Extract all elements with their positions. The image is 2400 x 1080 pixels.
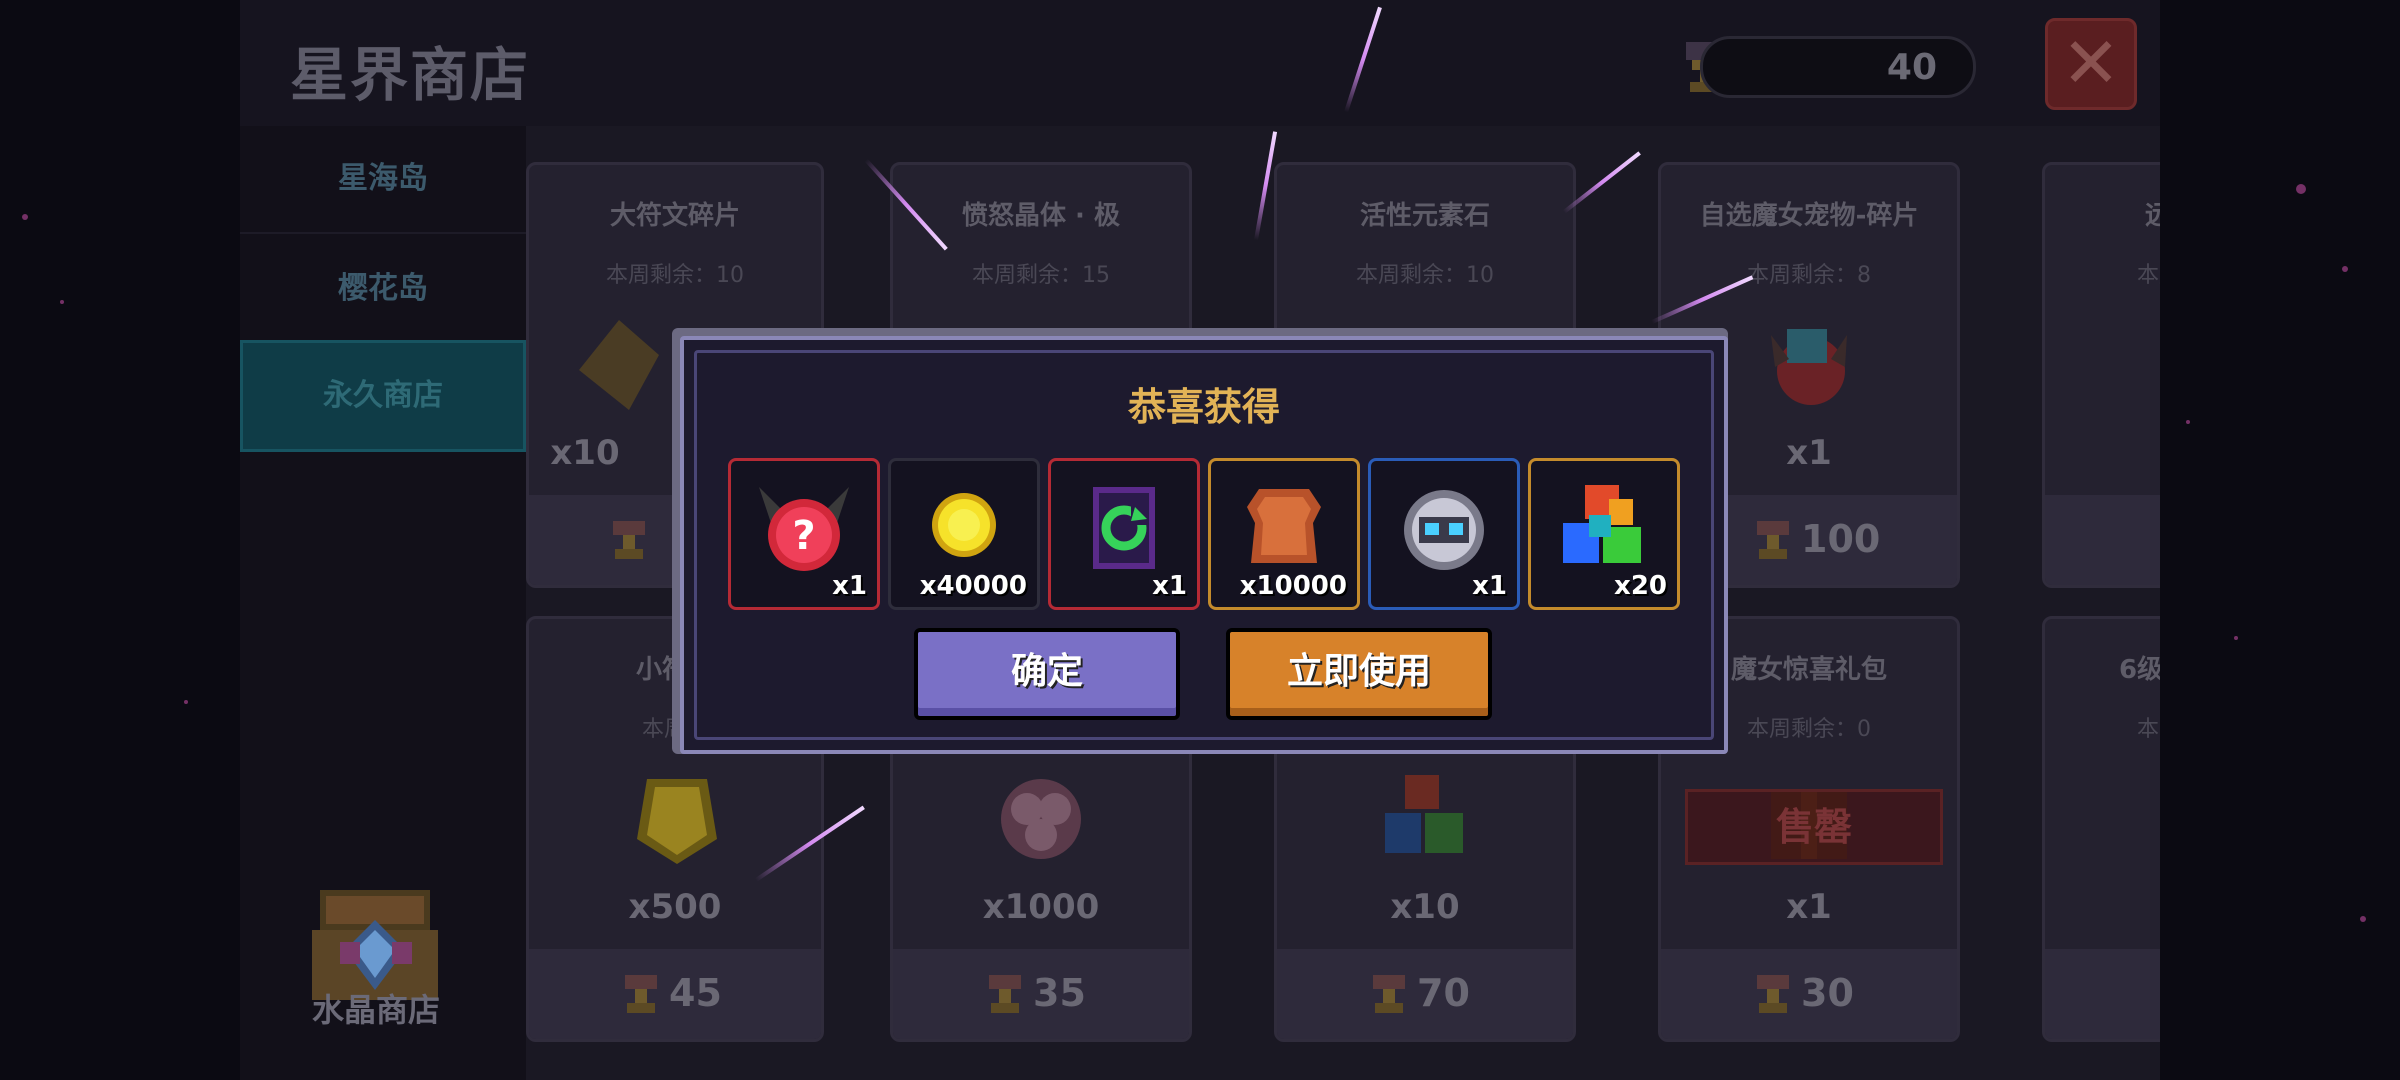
card-price: 35 — [1033, 971, 1086, 1015]
reward-slot[interactable]: x10000 — [1208, 458, 1360, 610]
gold-coin-icon — [932, 493, 996, 557]
reward-qty: x1 — [1152, 571, 1187, 601]
card-name: 愤怒晶体 · 极 — [962, 201, 1120, 231]
card-price: 100 — [1801, 517, 1881, 561]
currency-amount: 40 — [1886, 47, 1937, 88]
small-rune-icon — [637, 779, 717, 864]
card-price-bar: 35 — [893, 949, 1189, 1039]
svg-text:?: ? — [792, 513, 815, 559]
card-name: 远 — [2145, 195, 2160, 232]
use-now-button[interactable]: 立即使用 — [1226, 628, 1492, 720]
card-price-bar: 30 — [1661, 949, 1957, 1039]
card-remain: 本周剩余：10 — [606, 263, 744, 288]
crystal-shop-label[interactable]: 水晶商店 — [296, 985, 456, 1031]
chalice-currency-icon — [1757, 975, 1789, 1013]
mystery-pet-shard-icon — [1771, 329, 1847, 405]
chalice-currency-icon — [989, 975, 1021, 1013]
card-remain: 本周剩余：8 — [1747, 263, 1871, 288]
reward-qty: x1 — [1472, 571, 1507, 601]
rage-crystal-icon — [1001, 779, 1081, 859]
refresh-card-icon — [1093, 487, 1155, 569]
card-price-bar — [2045, 949, 2160, 1039]
card-remain: 本周剩余：10 — [1356, 263, 1494, 288]
chalice-currency-icon — [1373, 975, 1405, 1013]
close-icon: ✕ — [2061, 22, 2121, 104]
reward-qty: x10000 — [1239, 571, 1347, 601]
sidebar-item-permanent-shop[interactable]: 永久商店 — [240, 340, 526, 452]
reward-modal: 恭喜获得 ? x1 x40000 x1 x10000 x1 x20 确定 立即使… — [680, 336, 1728, 754]
card-price-bar: 70 — [1277, 949, 1573, 1039]
card-price-bar — [2045, 495, 2160, 585]
reward-slot[interactable]: x40000 — [888, 458, 1040, 610]
game-screen: 星界商店 40 ✕ 星海岛 樱花岛 永久商店 水晶商店 大符文碎片 本周剩余：1… — [0, 0, 2400, 1080]
shop-card[interactable]: 远 本周 — [2042, 162, 2160, 588]
card-remain: 本周 — [2137, 263, 2160, 288]
reward-slot[interactable]: x20 — [1528, 458, 1680, 610]
card-qty: x1 — [1786, 887, 1832, 927]
sidebar-item-starsea-island[interactable]: 星海岛 — [240, 126, 526, 234]
card-name: 6级 — [2119, 655, 2160, 685]
card-qty: x500 — [628, 887, 722, 927]
card-remain: 本 — [2137, 717, 2160, 742]
chalice-currency-icon — [1757, 521, 1789, 559]
reward-slot[interactable]: x1 — [1368, 458, 1520, 610]
rune-shard-icon — [579, 320, 659, 410]
card-name: 活性元素石 — [1359, 201, 1490, 231]
card-remain: 本周剩余：15 — [972, 263, 1110, 288]
element-stone-icon — [1385, 775, 1463, 853]
reward-qty: x1 — [832, 571, 867, 601]
reward-slot[interactable]: ? x1 — [728, 458, 880, 610]
sold-out-badge: 售罄 — [1685, 789, 1943, 865]
card-name: 大符文碎片 — [609, 201, 740, 231]
robot-mask-icon — [1404, 490, 1484, 570]
reward-qty: x40000 — [919, 571, 1027, 601]
close-button[interactable]: ✕ — [2045, 18, 2137, 110]
card-price: 30 — [1801, 971, 1854, 1015]
card-qty: x1000 — [982, 887, 1100, 927]
chalice-currency-icon — [625, 975, 657, 1013]
shop-card[interactable]: 6级 本 — [2042, 616, 2160, 1042]
card-price: 45 — [669, 971, 722, 1015]
confirm-button[interactable]: 确定 — [914, 628, 1180, 720]
elemental-cubes-icon — [1563, 485, 1641, 563]
reward-slot[interactable]: x1 — [1048, 458, 1200, 610]
leather-icon — [1247, 489, 1321, 563]
reward-qty: x20 — [1614, 571, 1667, 601]
sidebar-item-sakura-island[interactable]: 樱花岛 — [240, 236, 526, 344]
currency-display: 40 — [1700, 36, 1976, 98]
card-price-bar: 45 — [529, 949, 821, 1039]
red-mystery-pet-icon: ? — [759, 487, 849, 571]
card-price: 70 — [1417, 971, 1470, 1015]
card-name: 自选魔女宠物-碎片 — [1699, 201, 1919, 231]
shop-title: 星界商店 — [290, 41, 531, 109]
reward-modal-title: 恭喜获得 — [1127, 385, 1280, 429]
card-qty: x10 — [1390, 887, 1460, 927]
chalice-currency-icon — [613, 521, 645, 559]
